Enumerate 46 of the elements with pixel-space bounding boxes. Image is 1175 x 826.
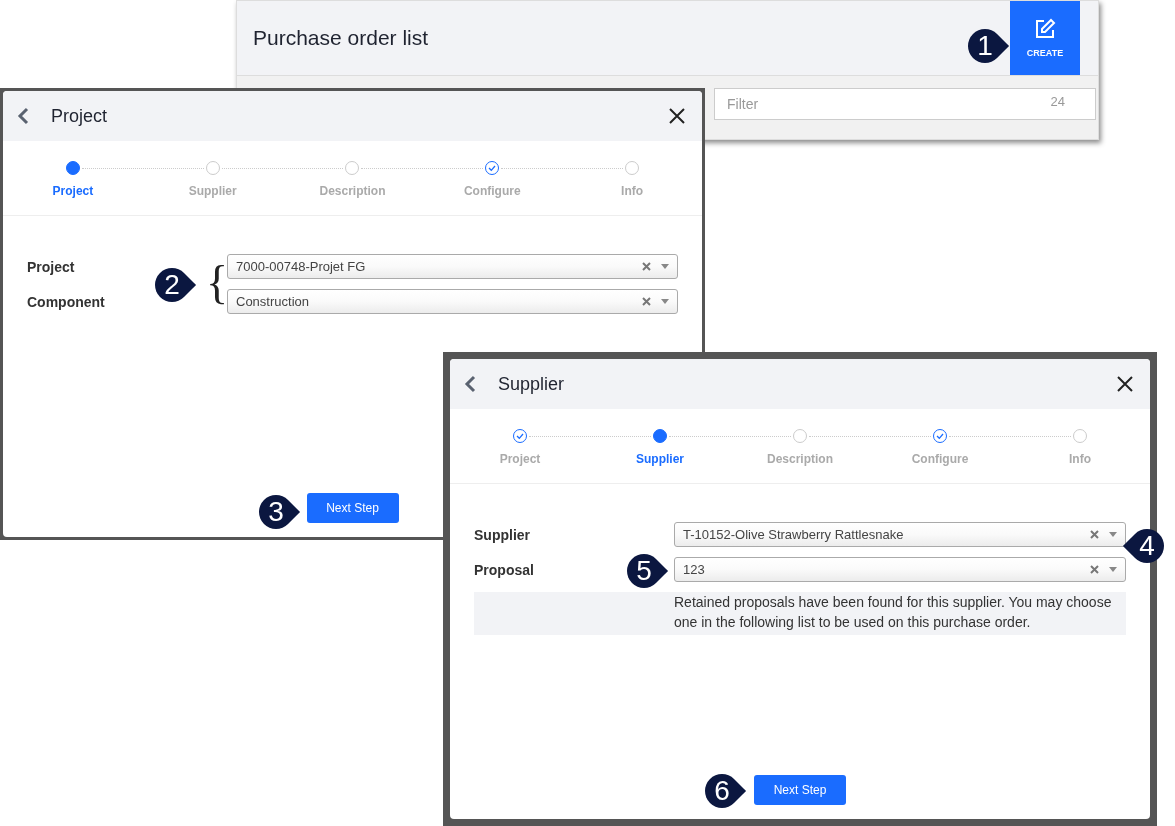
clear-icon bbox=[1090, 530, 1099, 539]
brace: { bbox=[206, 258, 229, 308]
field-label: Proposal bbox=[474, 561, 534, 578]
back-icon bbox=[462, 374, 478, 394]
back-button[interactable] bbox=[462, 374, 478, 394]
dialog-title: Project bbox=[51, 105, 109, 127]
step-label[interactable]: Project bbox=[499, 452, 541, 466]
step-label[interactable]: Project bbox=[52, 184, 94, 198]
step-label[interactable]: Supplier bbox=[188, 184, 237, 198]
select-field[interactable]: T-10152-Olive Strawberry Rattlesnake bbox=[674, 522, 1126, 547]
create-button[interactable]: CREATE bbox=[1010, 1, 1080, 75]
edit-icon bbox=[1034, 18, 1056, 40]
field-label: Project bbox=[27, 258, 75, 275]
select-field[interactable]: 7000-00748-Projet FG bbox=[227, 254, 678, 279]
step-label[interactable]: Description bbox=[767, 452, 833, 466]
step-label[interactable]: Info bbox=[1069, 452, 1091, 466]
clear-icon bbox=[642, 297, 651, 306]
select-field[interactable]: Construction bbox=[227, 289, 678, 314]
caret-icon bbox=[1109, 532, 1117, 537]
close-icon bbox=[1116, 375, 1134, 393]
dialog-title: Supplier bbox=[498, 373, 566, 395]
field-label: Supplier bbox=[474, 526, 530, 543]
window-title: Purchase order list bbox=[253, 26, 429, 50]
close-button[interactable] bbox=[1116, 375, 1134, 393]
select-field[interactable]: 123 bbox=[674, 557, 1126, 582]
caret-icon bbox=[661, 299, 669, 304]
step-label[interactable]: Description bbox=[319, 184, 386, 198]
clear-icon bbox=[1090, 565, 1099, 574]
next-step-button[interactable]: Next Step bbox=[754, 775, 846, 805]
back-icon bbox=[15, 106, 31, 126]
next-step-button[interactable]: Next Step bbox=[306, 493, 399, 523]
caret-icon bbox=[661, 264, 669, 269]
step-label[interactable]: Configure bbox=[911, 452, 969, 466]
caret-icon bbox=[1109, 567, 1117, 572]
info-message: Retained proposals have been found for this supplier. You may choose one in the following list to be used on this purchase order. bbox=[674, 593, 1113, 632]
step-label[interactable]: Configure bbox=[463, 184, 521, 198]
back-button[interactable] bbox=[15, 106, 31, 126]
filter-field[interactable]: Filter bbox=[727, 90, 1051, 118]
clear-icon bbox=[642, 262, 651, 271]
filter-box[interactable]: Filter 24 bbox=[714, 88, 1096, 120]
field-label: Component bbox=[27, 293, 105, 310]
result-count: 24 bbox=[1050, 93, 1065, 109]
close-icon bbox=[668, 107, 686, 125]
close-button[interactable] bbox=[668, 107, 686, 125]
step-label[interactable]: Info bbox=[621, 184, 644, 198]
step-label[interactable]: Supplier bbox=[636, 452, 684, 466]
